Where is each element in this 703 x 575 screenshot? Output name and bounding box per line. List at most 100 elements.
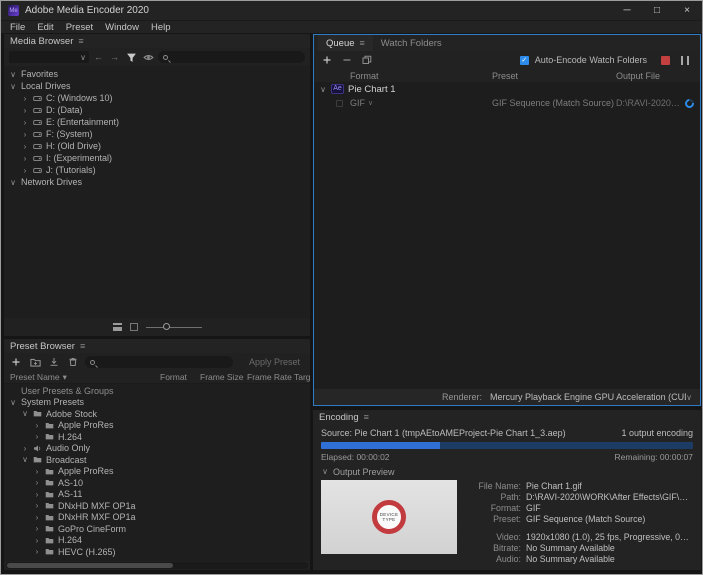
menu-item[interactable]: Edit <box>31 22 59 33</box>
create-preset-icon[interactable] <box>9 355 23 369</box>
media-search-input[interactable] <box>171 52 300 62</box>
tab-queue[interactable]: Queue ≡ <box>318 35 373 51</box>
horizontal-scrollbar[interactable] <box>6 562 308 569</box>
tree-item[interactable]: › H.264 <box>4 431 310 443</box>
menu-item[interactable]: Help <box>145 22 177 33</box>
panel-menu-icon[interactable]: ≡ <box>80 341 85 351</box>
tree-item[interactable]: › D: (Data) <box>4 104 310 116</box>
remove-source-icon[interactable] <box>340 53 354 67</box>
caret-icon[interactable]: › <box>21 118 29 127</box>
maximize-button[interactable]: □ <box>642 1 672 20</box>
caret-icon[interactable]: › <box>21 142 29 151</box>
tree-item[interactable]: › I: (Experimental) <box>4 152 310 164</box>
renderer-dropdown[interactable]: Mercury Playback Engine GPU Acceleration… <box>490 392 686 402</box>
stop-queue-button[interactable] <box>661 55 670 65</box>
tree-item[interactable]: User Presets & Groups <box>4 385 310 397</box>
media-browser-header[interactable]: Media Browser ≡ <box>4 34 310 48</box>
caret-icon[interactable]: ∨ <box>319 85 327 94</box>
file-type-dropdown[interactable]: ∨ <box>9 51 89 63</box>
thumbnail-view-icon[interactable] <box>129 323 138 331</box>
scrollbar-thumb[interactable] <box>7 563 174 568</box>
caret-icon[interactable]: ∨ <box>9 178 17 187</box>
caret-icon[interactable]: › <box>33 432 41 441</box>
caret-icon[interactable]: › <box>21 130 29 139</box>
auto-encode-checkbox[interactable] <box>519 55 529 65</box>
tab-watch-folders[interactable]: Watch Folders <box>373 35 450 51</box>
tree-item[interactable]: › Audio Only <box>4 443 310 455</box>
caret-icon[interactable]: › <box>21 166 29 175</box>
caret-icon[interactable]: › <box>33 513 41 522</box>
caret-icon[interactable]: › <box>33 536 41 545</box>
menu-item[interactable]: Preset <box>60 22 99 33</box>
preset-search-input[interactable] <box>98 357 228 367</box>
import-preset-icon[interactable] <box>47 355 61 369</box>
tree-item[interactable]: › H: (Old Drive) <box>4 140 310 152</box>
caret-icon[interactable]: › <box>33 501 41 510</box>
encoding-header[interactable]: Encoding ≡ <box>313 410 701 424</box>
caret-icon[interactable]: ∨ <box>9 70 17 79</box>
preset-browser-header[interactable]: Preset Browser ≡ <box>4 339 310 353</box>
tree-item[interactable]: › DNxHR MXF OP1a <box>4 512 310 524</box>
caret-icon[interactable]: ∨ <box>9 82 17 91</box>
caret-icon[interactable]: › <box>21 154 29 163</box>
tree-item[interactable]: › F: (System) <box>4 128 310 140</box>
filter-icon[interactable] <box>124 50 138 64</box>
caret-icon[interactable]: ∨ <box>21 409 29 418</box>
column-frame-size[interactable]: Frame Size <box>200 372 247 382</box>
caret-icon[interactable]: › <box>33 421 41 430</box>
caret-icon[interactable]: › <box>21 94 29 103</box>
new-group-icon[interactable] <box>28 355 42 369</box>
output-preset-dropdown[interactable]: GIF Sequence (Match Source) ∨ <box>492 98 616 108</box>
forward-button[interactable]: → <box>108 52 121 62</box>
menu-item[interactable]: File <box>4 22 31 33</box>
output-preview-header[interactable]: ∨ Output Preview <box>321 465 693 478</box>
caret-icon[interactable]: › <box>33 547 41 556</box>
preset-search-field[interactable] <box>85 356 233 368</box>
tree-item[interactable]: › AS-10 <box>4 477 310 489</box>
caret-icon[interactable]: ∨ <box>321 467 329 476</box>
tree-item[interactable]: › HEVC (H.265) <box>4 546 310 558</box>
delete-preset-icon[interactable] <box>66 355 80 369</box>
tree-item[interactable]: › Apple ProRes <box>4 466 310 478</box>
thumbnail-zoom-slider[interactable] <box>145 323 202 330</box>
output-format-dropdown[interactable]: GIF ∨ <box>350 98 492 108</box>
panel-menu-icon[interactable]: ≡ <box>364 412 369 422</box>
tree-item[interactable]: › DNxHD MXF OP1a <box>4 500 310 512</box>
tree-item[interactable]: › H.264 <box>4 535 310 547</box>
caret-icon[interactable]: › <box>33 467 41 476</box>
caret-icon[interactable]: › <box>33 478 41 487</box>
column-target[interactable]: Target <box>294 372 310 382</box>
tree-item[interactable]: › AS-11 <box>4 489 310 501</box>
add-source-icon[interactable] <box>320 53 334 67</box>
duplicate-icon[interactable] <box>360 53 374 67</box>
tree-item[interactable]: ∨ System Presets <box>4 397 310 409</box>
queue-output-row[interactable]: GIF ∨ GIF Sequence (Match Source) ∨ D:\R… <box>314 96 700 110</box>
tree-item[interactable]: › E: (Entertainment) <box>4 116 310 128</box>
tree-item[interactable]: ∨ Local Drives <box>4 80 310 92</box>
caret-icon[interactable]: ∨ <box>9 398 17 407</box>
caret-icon[interactable]: › <box>33 524 41 533</box>
tree-item[interactable]: ∨ Broadcast <box>4 454 310 466</box>
queue-source-row[interactable]: ∨ Ae Pie Chart 1 <box>314 82 700 96</box>
caret-icon[interactable]: › <box>33 490 41 499</box>
tree-item[interactable]: › Apple ProRes <box>4 420 310 432</box>
panel-menu-icon[interactable]: ≡ <box>78 36 83 46</box>
caret-icon[interactable]: ∨ <box>21 455 29 464</box>
zoom-slider-knob[interactable] <box>163 323 171 330</box>
output-file-link[interactable]: D:\RAVI-2020\WORK\After Effects\GIF\Pie … <box>616 98 681 108</box>
preview-eye-icon[interactable] <box>141 50 155 64</box>
column-format[interactable]: Format <box>160 372 200 382</box>
pause-queue-button[interactable] <box>681 55 689 65</box>
tree-item[interactable]: ∨ Network Drives <box>4 176 310 188</box>
caret-icon[interactable]: › <box>21 444 29 453</box>
list-view-icon[interactable] <box>112 323 122 331</box>
tree-item[interactable]: ∨ Adobe Stock <box>4 408 310 420</box>
close-button[interactable]: × <box>672 1 702 20</box>
apply-preset-button[interactable]: Apply Preset <box>244 356 305 368</box>
menu-item[interactable]: Window <box>99 22 145 33</box>
tree-item[interactable]: ∨ Favorites <box>4 68 310 80</box>
output-checkbox[interactable] <box>336 99 343 107</box>
panel-menu-icon[interactable]: ≡ <box>360 38 365 48</box>
tree-item[interactable]: › GoPro CineForm <box>4 523 310 535</box>
caret-icon[interactable]: › <box>21 106 29 115</box>
